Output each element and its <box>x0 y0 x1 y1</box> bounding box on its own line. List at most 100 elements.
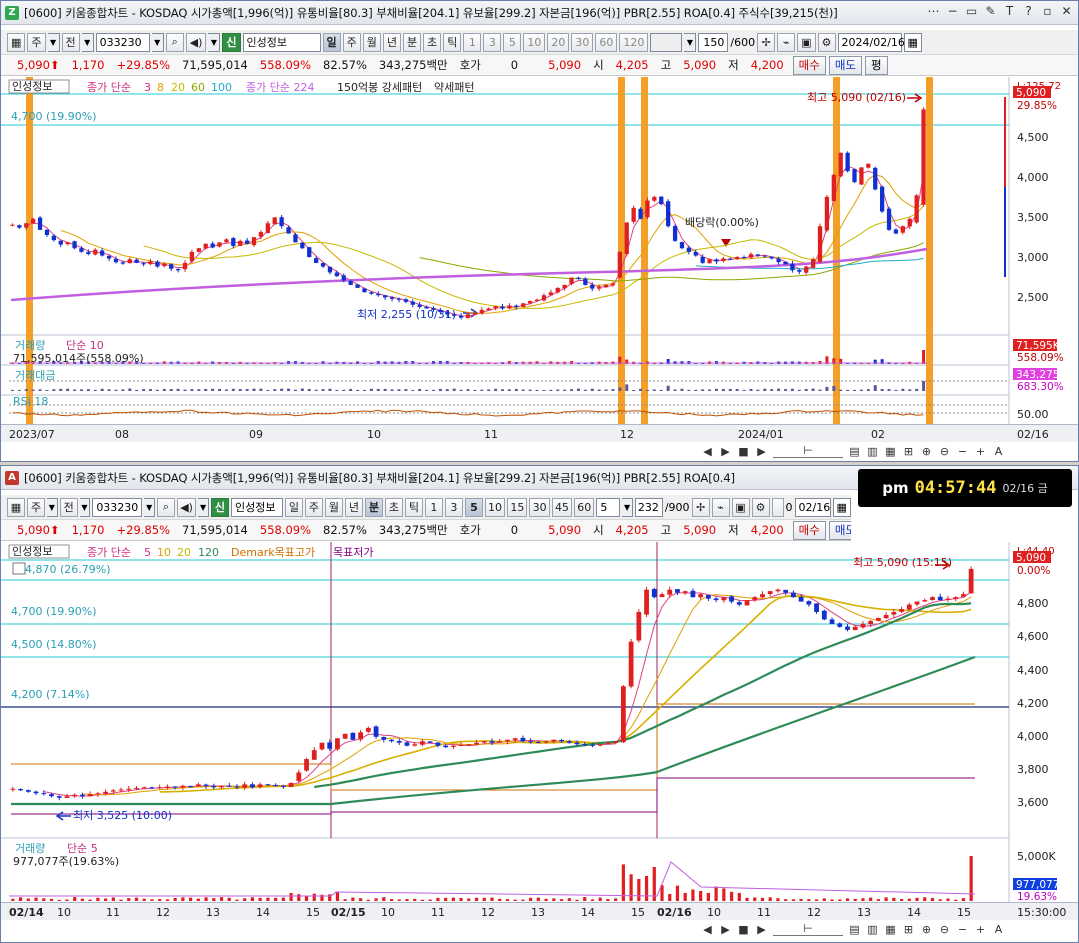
table-icon[interactable] <box>12 562 26 575</box>
help-icon[interactable]: ? <box>1021 4 1036 18</box>
kind-select[interactable]: 전 <box>59 497 78 517</box>
plus-icon[interactable]: + <box>974 923 987 936</box>
chevron-down-icon[interactable]: ▼ <box>198 497 209 517</box>
chevron-down-icon[interactable]: ▼ <box>151 32 164 52</box>
period-year[interactable]: 년 <box>344 497 363 517</box>
interval-120[interactable]: 120 <box>619 32 649 52</box>
stop-icon[interactable]: ■ <box>737 923 750 936</box>
mode-select[interactable]: 주 <box>27 32 46 52</box>
interval-10[interactable]: 10 <box>484 497 506 517</box>
mode-select[interactable]: 주 <box>27 497 45 517</box>
date-input[interactable]: 02/16 <box>794 497 831 517</box>
zoom-out-icon[interactable]: ⊖ <box>938 445 951 458</box>
title-bar[interactable]: Z [0600] 키움종합차트 - KOSDAQ 시가총액[1,996(억)] … <box>1 1 1078 25</box>
layout-icon[interactable]: ▤ <box>848 445 861 458</box>
zoom-in-icon[interactable]: ⊕ <box>920 445 933 458</box>
plus-icon[interactable]: + <box>974 445 987 458</box>
search-icon[interactable]: ⌕ <box>165 32 184 52</box>
info-button[interactable]: 신 <box>210 497 229 517</box>
chart-navigator[interactable]: ◀ ▶ ■ ▶ ⊢ ▤ ▥ ▦ ⊞ ⊕ ⊖ − + A <box>701 443 1005 459</box>
gear-icon[interactable]: ⚙ <box>751 497 770 517</box>
layout2-icon[interactable]: ▥ <box>866 445 879 458</box>
period-month[interactable]: 월 <box>324 497 343 517</box>
draw-tool-icon[interactable]: ⌁ <box>777 32 796 52</box>
draw-tool-icon[interactable]: ⌁ <box>711 497 730 517</box>
gear-icon[interactable]: ⚙ <box>817 32 836 52</box>
close-icon[interactable]: ✕ <box>1059 4 1074 18</box>
stock-code-input[interactable]: 033230 <box>92 497 143 517</box>
chart-navigator[interactable]: ◀ ▶ ■ ▶ ⊢ ▤ ▥ ▦ ⊞ ⊕ ⊖ − + A <box>701 921 1005 937</box>
buy-button[interactable]: 매수 <box>792 520 826 540</box>
interval-30[interactable]: 30 <box>571 32 594 52</box>
play-icon[interactable]: ▶ <box>755 923 768 936</box>
zoom-slider[interactable]: ⊢ <box>773 444 843 458</box>
chevron-down-icon[interactable]: ▼ <box>47 497 58 517</box>
stock-code-input[interactable]: 033230 <box>95 32 150 52</box>
interval-30[interactable]: 30 <box>529 497 550 517</box>
zoom-out-icon[interactable]: ⊖ <box>938 923 951 936</box>
date-input[interactable]: 2024/02/16 <box>837 32 905 52</box>
period-month[interactable]: 월 <box>362 32 381 52</box>
count-input[interactable]: 232 <box>634 497 663 517</box>
minus-icon[interactable]: − <box>956 445 969 458</box>
buy-button[interactable]: 매수 <box>792 55 826 75</box>
speaker-icon[interactable]: ◀) <box>176 497 197 517</box>
chevron-down-icon[interactable]: ▼ <box>144 497 155 517</box>
save-icon[interactable]: ▣ <box>731 497 750 517</box>
layout-icon[interactable]: ▤ <box>848 923 861 936</box>
layout3-icon[interactable]: ▦ <box>884 445 897 458</box>
period-year[interactable]: 년 <box>382 32 402 52</box>
interval-3[interactable]: 3 <box>483 32 502 52</box>
more-icon[interactable]: ⋯ <box>926 4 941 18</box>
chevron-down-icon[interactable]: ▼ <box>47 32 60 52</box>
chevron-down-icon[interactable]: ▼ <box>622 497 633 517</box>
interval-45[interactable]: 45 <box>551 497 573 517</box>
maximize-icon[interactable]: ▫ <box>1040 4 1055 18</box>
interval-15[interactable]: 15 <box>507 497 528 517</box>
daily-price-chart[interactable]: 인성정보 종가 단순 3 8 20 60 100 종가 단순 224 150억봉… <box>1 77 1078 424</box>
sell-button[interactable]: 매도 <box>828 520 851 540</box>
zoom-in-icon[interactable]: ⊕ <box>920 923 933 936</box>
period-minute[interactable]: 분 <box>403 32 422 52</box>
unit-input[interactable]: 5 <box>596 497 621 517</box>
calendar-icon[interactable]: ▦ <box>903 32 922 52</box>
layout2-icon[interactable]: ▥ <box>866 923 879 936</box>
crosshair-icon[interactable]: ✢ <box>691 497 710 517</box>
scroll-left-icon[interactable]: ◀ <box>701 445 714 458</box>
zoom-slider[interactable]: ⊢ <box>773 922 843 936</box>
interval-60[interactable]: 60 <box>595 32 618 52</box>
layout4-icon[interactable]: ⊞ <box>902 923 915 936</box>
search-icon[interactable]: ⌕ <box>156 497 175 517</box>
chevron-down-icon[interactable]: ▼ <box>208 32 221 52</box>
scroll-left-icon[interactable]: ◀ <box>701 923 714 936</box>
period-day[interactable]: 일 <box>322 32 341 52</box>
scroll-right-icon[interactable]: ▶ <box>719 923 732 936</box>
period-tick[interactable]: 틱 <box>443 32 462 52</box>
crosshair-icon[interactable]: ✢ <box>757 32 776 52</box>
layout3-icon[interactable]: ▦ <box>884 923 897 936</box>
chevron-down-icon[interactable]: ▼ <box>684 32 697 52</box>
minute-price-chart[interactable]: 인성정보 종가 단순 5 10 20 120 Demark목표고가 목표저가 4… <box>1 542 1078 902</box>
text-icon[interactable]: T <box>1002 4 1017 18</box>
kind-select[interactable]: 전 <box>61 32 80 52</box>
minimize-icon[interactable]: − <box>945 4 960 18</box>
period-week[interactable]: 주 <box>342 32 361 52</box>
grid-icon[interactable]: ▦ <box>7 497 25 517</box>
interval-5[interactable]: 5 <box>503 32 522 52</box>
scroll-right-icon[interactable]: ▶ <box>719 445 732 458</box>
period-week[interactable]: 주 <box>304 497 323 517</box>
speaker-icon[interactable]: ◀) <box>185 32 207 52</box>
chevron-down-icon[interactable]: ▼ <box>81 32 94 52</box>
layout4-icon[interactable]: ⊞ <box>902 445 915 458</box>
period-day[interactable]: 일 <box>284 497 303 517</box>
sell-button[interactable]: 매도 <box>828 55 862 75</box>
interval-input[interactable] <box>650 32 683 52</box>
save-icon[interactable]: ▣ <box>797 32 816 52</box>
checkbox[interactable] <box>771 497 784 517</box>
grid-icon[interactable]: ▦ <box>7 32 26 52</box>
interval-20[interactable]: 20 <box>547 32 570 52</box>
info-button[interactable]: 신 <box>222 32 241 52</box>
interval-1[interactable]: 1 <box>463 32 482 52</box>
interval-60[interactable]: 60 <box>574 497 595 517</box>
play-icon[interactable]: ▶ <box>755 445 768 458</box>
